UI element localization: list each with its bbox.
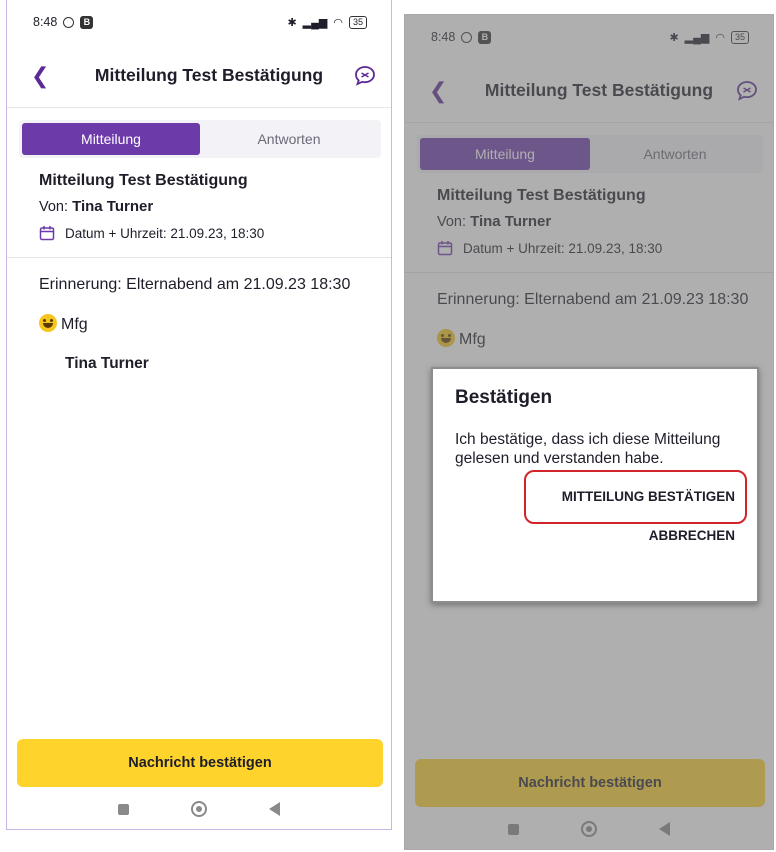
- tab-bar: Mitteilung Antworten: [19, 120, 381, 158]
- dialog-cancel-button[interactable]: ABBRECHEN: [649, 528, 735, 543]
- alarm-icon: [63, 16, 75, 28]
- chat-icon[interactable]: [735, 79, 759, 103]
- signal-icon: ▂▄▆: [302, 16, 328, 29]
- greeting: Mfg: [437, 329, 751, 349]
- tab-antworten[interactable]: Antworten: [200, 123, 378, 155]
- message-body: Erinnerung: Elternabend am 21.09.23 18:3…: [7, 258, 391, 373]
- smiley-icon: [437, 329, 455, 348]
- dialog-actions: MITTEILUNG BESTÄTIGEN ABBRECHEN: [455, 470, 748, 543]
- confirm-message-button[interactable]: Nachricht bestätigen: [415, 759, 765, 807]
- nav-back-icon[interactable]: [269, 802, 280, 816]
- calendar-icon: [437, 241, 453, 256]
- highlight-box: MITTEILUNG BESTÄTIGEN: [523, 470, 748, 525]
- status-time: 8:48: [431, 30, 456, 44]
- wifi-icon: ◠: [715, 31, 725, 44]
- status-bar: 8:48 B ✱ ▂▄▆ ◠ 35: [405, 15, 773, 59]
- body-text: Erinnerung: Elternabend am 21.09.23 18:3…: [437, 291, 749, 308]
- signal-icon: ▂▄▆: [684, 31, 710, 44]
- nav-recents-icon[interactable]: [118, 803, 129, 815]
- nav-home-icon[interactable]: [581, 821, 597, 837]
- date-text: Datum + Uhrzeit: 21.09.23, 18:30: [65, 225, 265, 241]
- alarm-icon: [461, 31, 473, 43]
- signature: Tina Turner: [65, 354, 149, 372]
- app-notification-icon: B: [478, 30, 492, 44]
- tab-antworten[interactable]: Antworten: [590, 138, 760, 170]
- bluetooth-icon: ✱: [669, 31, 679, 44]
- smiley-icon: [39, 314, 57, 333]
- calendar-icon: [39, 226, 55, 241]
- message-sender: Von: Tina Turner: [437, 213, 751, 230]
- dialog-title: Bestätigen: [455, 387, 553, 408]
- status-time: 8:48: [33, 15, 58, 29]
- message-meta: Mitteilung Test Bestätigung Von: Tina Tu…: [405, 173, 773, 273]
- confirm-message-button[interactable]: Nachricht bestätigen: [17, 739, 383, 787]
- nav-back-icon[interactable]: [659, 822, 670, 836]
- sender-label: Von:: [437, 214, 467, 230]
- system-navbar: [7, 789, 391, 829]
- dialog-text: Ich bestätige, dass ich diese Mitteilung…: [455, 431, 721, 467]
- message-title: Mitteilung Test Bestätigung: [437, 187, 646, 204]
- app-notification-icon: B: [80, 15, 94, 29]
- back-icon[interactable]: ❮: [31, 63, 65, 89]
- tab-mitteilung[interactable]: Mitteilung: [420, 138, 590, 170]
- body-text: Erinnerung: Elternabend am 21.09.23 18:3…: [39, 276, 351, 293]
- phone-screen-left: 8:48 B ✱ ▂▄▆ ◠ 35 ❮ Mitteilung Test Best…: [6, 0, 392, 830]
- status-bar: 8:48 B ✱ ▂▄▆ ◠ 35: [7, 0, 391, 44]
- tab-bar: Mitteilung Antworten: [417, 135, 763, 173]
- tab-mitteilung[interactable]: Mitteilung: [22, 123, 200, 155]
- message-meta: Mitteilung Test Bestätigung Von: Tina Tu…: [7, 158, 391, 258]
- wifi-icon: ◠: [333, 16, 343, 29]
- confirm-dialog: Bestätigen Ich bestätige, dass ich diese…: [431, 367, 759, 603]
- message-body: Erinnerung: Elternabend am 21.09.23 18:3…: [405, 273, 773, 350]
- nav-recents-icon[interactable]: [508, 823, 519, 835]
- dialog-confirm-button[interactable]: MITTEILUNG BESTÄTIGEN: [562, 489, 735, 504]
- page-title: Mitteilung Test Bestätigung: [94, 65, 324, 85]
- phone-screen-right: 8:48 B ✱ ▂▄▆ ◠ 35 ❮ Mitteilung Test Best…: [404, 14, 774, 850]
- sender-name: Tina Turner: [72, 198, 154, 215]
- system-navbar: [405, 809, 773, 849]
- message-sender: Von: Tina Turner: [39, 198, 369, 215]
- nav-home-icon[interactable]: [191, 801, 207, 817]
- date-text: Datum + Uhrzeit: 21.09.23, 18:30: [463, 240, 663, 256]
- bluetooth-icon: ✱: [287, 16, 297, 29]
- app-bar: ❮ Mitteilung Test Bestätigung: [7, 44, 391, 108]
- message-date: Datum + Uhrzeit: 21.09.23, 18:30: [39, 225, 369, 241]
- chat-icon[interactable]: [353, 64, 377, 88]
- greeting: Mfg: [39, 314, 369, 334]
- sender-label: Von:: [39, 199, 69, 215]
- back-icon[interactable]: ❮: [429, 78, 463, 104]
- message-date: Datum + Uhrzeit: 21.09.23, 18:30: [437, 240, 751, 256]
- battery-icon: 35: [730, 30, 749, 44]
- battery-icon: 35: [348, 15, 367, 29]
- sender-name: Tina Turner: [470, 213, 552, 230]
- page-title: Mitteilung Test Bestätigung: [484, 80, 714, 100]
- app-bar: ❮ Mitteilung Test Bestätigung: [405, 59, 773, 123]
- message-title: Mitteilung Test Bestätigung: [39, 172, 248, 189]
